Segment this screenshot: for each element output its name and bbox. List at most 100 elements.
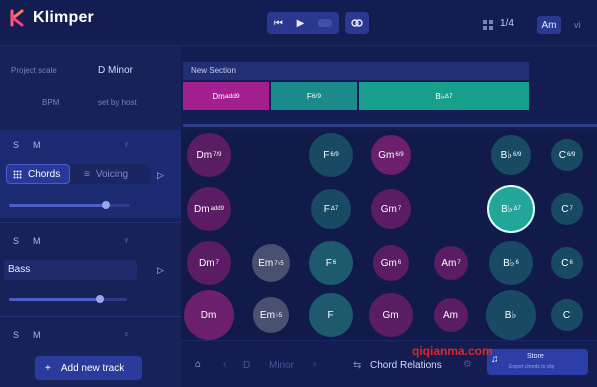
store-button[interactable]: ♫ Store Export chords to clip [487, 349, 588, 375]
chord-root: Dm [194, 203, 210, 215]
chord-bubble[interactable]: Gm 6/9 [371, 135, 411, 175]
chord-root: Em [258, 257, 274, 269]
key-root[interactable]: D [243, 360, 250, 371]
chord-root: C [558, 149, 566, 161]
chord-bubble[interactable]: Gm 7 [371, 189, 411, 229]
chord-grid: Dm 7/9 F 6/9 Gm 6/9 B♭ 6/9 C 6/9 Dm add9 F Δ7 Gm 7 B♭ Δ7 C… [181, 130, 597, 340]
chord-root: Am [443, 309, 458, 321]
store-label: Store [527, 353, 544, 360]
timeline-chord-block[interactable]: Dm add9 [183, 82, 269, 110]
chord-root: Gm [380, 203, 397, 215]
bpm-value: set by host [98, 98, 137, 107]
chord-extension: Δ7 [330, 206, 339, 212]
link-button[interactable] [345, 12, 369, 34]
solo-button[interactable]: S [13, 236, 19, 246]
chord-bubble[interactable]: Em 7♭5 [252, 244, 290, 282]
section-header[interactable]: New Section [183, 62, 529, 80]
chord-bubble[interactable]: C6 [551, 247, 583, 279]
play-icon[interactable]: ▶ [297, 18, 305, 29]
pin-icon[interactable]: ♀ [123, 235, 130, 245]
chord-bubble[interactable]: B♭ Δ7 [487, 185, 535, 233]
solo-button[interactable]: S [13, 140, 19, 150]
tab-voicing[interactable]: ≡ Voicing [78, 164, 148, 184]
solo-button[interactable]: S [13, 330, 19, 340]
chord-root: F [323, 149, 330, 161]
time-signature[interactable]: 1/4 [500, 18, 514, 29]
chord-root: Em [259, 309, 275, 321]
bpm-row: BPM set by host [0, 90, 181, 116]
chevron-right-icon[interactable]: › [313, 359, 316, 370]
chord-bubble[interactable]: Gm [369, 293, 413, 337]
chord-bubble[interactable]: C7 [551, 193, 583, 225]
chord-extension: 7/9 [213, 152, 222, 158]
chord-relations-label[interactable]: Chord Relations [370, 360, 442, 371]
record-toggle[interactable] [318, 19, 333, 27]
key-mode[interactable]: Minor [269, 360, 294, 371]
mute-button[interactable]: M [33, 330, 41, 340]
chord-bubble[interactable]: F 6/9 [309, 133, 353, 177]
grid-icon[interactable] [483, 20, 493, 30]
chord-root: F [325, 257, 332, 269]
plus-icon: + [45, 362, 51, 374]
track-play-icon[interactable]: ▷ [157, 265, 164, 276]
pin-icon[interactable]: ♀ [123, 139, 130, 149]
block-root: B♭ [435, 91, 445, 101]
chord-name-mode-button[interactable]: Am [537, 16, 561, 34]
chord-extension: 7♭5 [274, 260, 284, 267]
chord-bubble[interactable]: Dm 7 [187, 241, 231, 285]
chord-bubble[interactable]: Dm [184, 290, 234, 340]
roman-numeral-mode-button[interactable]: vi [574, 20, 581, 30]
chord-bubble[interactable]: B♭ 6 [489, 241, 533, 285]
settings-gear-icon[interactable]: ⚙ [463, 359, 472, 370]
chord-bubble[interactable]: Am [434, 298, 468, 332]
chord-extension: 7 [569, 206, 573, 212]
block-extension: Δ7 [444, 92, 453, 100]
chord-extension: 7 [457, 260, 461, 266]
chord-root: Am [441, 257, 457, 269]
chord-bubble[interactable]: F [309, 293, 353, 337]
track-view-tabs: Chords ≡ Voicing [6, 164, 150, 184]
home-icon[interactable]: ⌂ [195, 359, 201, 370]
transport-controls: ⏮ ▶ [267, 12, 339, 34]
chord-bubble[interactable]: Dm 7/9 [187, 133, 231, 177]
chord-extension: 7 [215, 260, 219, 266]
skip-back-icon[interactable]: ⏮ [274, 18, 283, 29]
klimper-logo-icon [9, 9, 27, 27]
pin-icon[interactable]: ♀ [123, 329, 130, 339]
top-bar: Klimper ⏮ ▶ 1/4 Am vi [0, 0, 597, 46]
mute-button[interactable]: M [33, 140, 41, 150]
chord-extension: 6 [515, 260, 519, 266]
chord-bubble[interactable]: Em ♭5 [253, 297, 289, 333]
chord-bubble[interactable]: B♭ 6/9 [491, 135, 531, 175]
track-name-field[interactable]: Bass [4, 260, 137, 280]
track-play-icon[interactable]: ▷ [157, 170, 164, 181]
chord-bubble[interactable]: Am 7 [434, 246, 468, 280]
timeline-chord-block[interactable]: F 6/9 [271, 82, 357, 110]
chord-root: F [327, 309, 334, 321]
section-name: New Section [191, 66, 236, 75]
volume-knob[interactable] [101, 201, 110, 209]
track-panel: Project scale D Minor BPM set by host S … [0, 46, 181, 387]
chevron-left-icon[interactable]: ‹ [223, 359, 226, 370]
add-track-button[interactable]: + Add new track [35, 356, 142, 380]
project-scale-value[interactable]: D Minor [98, 65, 133, 76]
chord-bubble[interactable]: C 6/9 [551, 139, 583, 171]
chord-extension: 6/9 [513, 152, 522, 158]
volume-knob[interactable] [95, 295, 104, 303]
add-track-label: Add new track [60, 362, 125, 374]
timeline-chord-block[interactable]: B♭ Δ7 [359, 82, 529, 110]
mute-button[interactable]: M [33, 236, 41, 246]
chord-extension: Δ7 [513, 206, 521, 212]
chord-bubble[interactable]: Dm add9 [187, 187, 231, 231]
chord-bubble[interactable]: B♭ [486, 290, 536, 340]
chord-bubble[interactable]: F6 [309, 241, 353, 285]
volume-fill [9, 298, 100, 301]
bass-volume-slider[interactable] [9, 295, 127, 303]
chords-volume-slider[interactable] [9, 201, 130, 209]
tab-chords[interactable]: Chords [6, 164, 70, 184]
chord-bubble[interactable]: F Δ7 [311, 189, 351, 229]
chord-bubble[interactable]: Gm 6 [373, 245, 409, 281]
chord-extension: ♭5 [275, 312, 283, 319]
chord-bubble[interactable]: C [551, 299, 583, 331]
timeline-ruler[interactable] [183, 114, 597, 127]
